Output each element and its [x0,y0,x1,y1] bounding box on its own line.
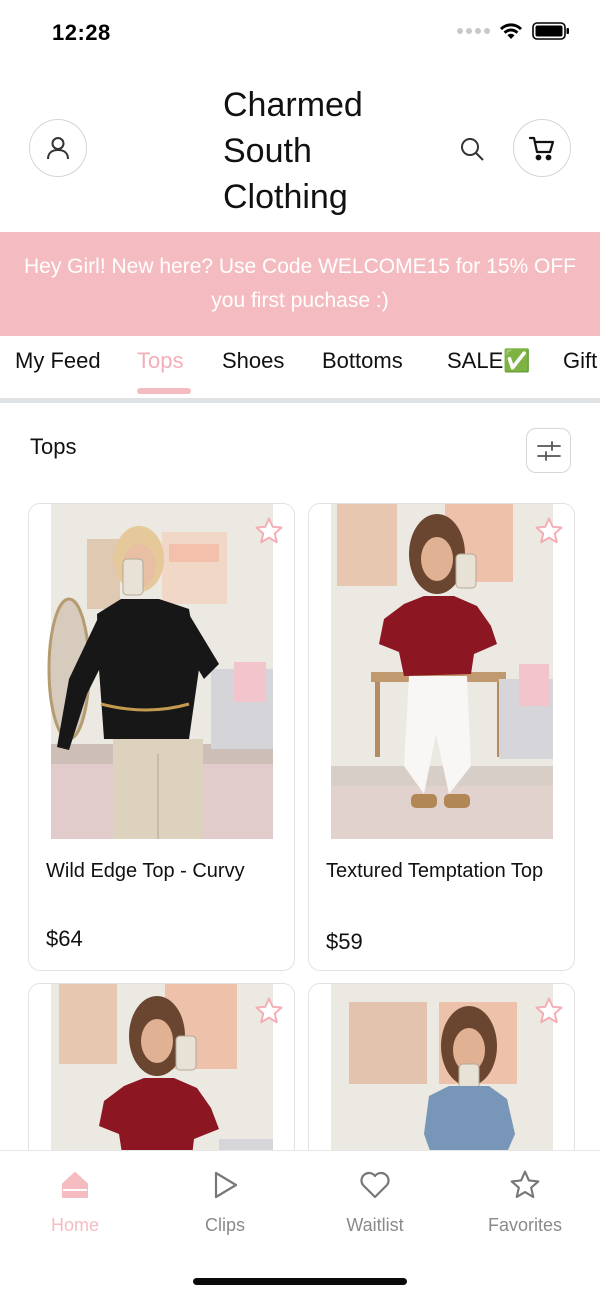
filter-button[interactable] [526,428,571,473]
star-icon [535,517,563,544]
product-image[interactable] [29,504,294,839]
favorite-button[interactable] [252,514,286,548]
home-indicator[interactable] [193,1278,407,1285]
status-bar: 12:28 [0,0,600,64]
active-tab-indicator [137,388,191,394]
cart-button[interactable] [513,119,571,177]
product-name[interactable]: Textured Temptation Top [326,856,561,887]
product-name[interactable]: Wild Edge Top - Curvy [46,856,281,887]
play-icon [165,1165,285,1205]
star-icon [255,517,283,544]
tab-my-feed[interactable]: My Feed [15,348,101,398]
promo-banner[interactable]: Hey Girl! New here? Use Code WELCOME15 f… [0,232,600,336]
search-button[interactable] [455,132,489,166]
category-tabs: My Feed Tops Shoes Bottoms SALE✅ Gift [0,336,600,398]
search-icon [461,138,484,161]
brand-title: Charmed South Clothing [223,86,363,216]
tab-shoes[interactable]: Shoes [222,348,284,398]
tab-gift[interactable]: Gift [563,348,597,398]
cart-icon [528,136,555,161]
heart-icon [315,1165,435,1205]
product-card[interactable]: Wild Edge Top - Curvy $64 [28,503,295,971]
sliders-icon [536,440,561,461]
tab-sale[interactable]: SALE✅ [447,348,531,398]
product-card[interactable]: Textured Temptation Top $59 [308,503,575,971]
nav-home[interactable]: Home [15,1165,135,1236]
battery-icon [532,22,569,40]
nav-favorites[interactable]: Favorites [465,1165,585,1236]
nav-clips-label: Clips [204,1215,245,1235]
favorite-button[interactable] [252,994,286,1028]
home-icon [15,1165,135,1205]
star-icon [465,1165,585,1205]
nav-waitlist-label: Waitlist [346,1215,404,1235]
product-image[interactable] [309,504,574,839]
favorite-button[interactable] [532,994,566,1028]
nav-home-label: Home [50,1215,99,1235]
promo-text: Hey Girl! New here? Use Code WELCOME15 f… [23,255,576,312]
wifi-icon [500,22,522,39]
tab-bottoms[interactable]: Bottoms [322,348,403,398]
nav-clips[interactable]: Clips [165,1165,285,1236]
star-icon [255,997,283,1024]
nav-favorites-label: Favorites [487,1215,563,1235]
tabs-divider [0,398,600,403]
star-icon [535,997,563,1024]
signal-icon [457,28,490,34]
bottom-nav: Home Clips Waitlist Favorites [0,1150,600,1299]
status-indicators [457,22,570,40]
section-title: Tops [30,434,77,459]
app-header: Charmed South Clothing [0,64,600,232]
favorite-button[interactable] [532,514,566,548]
user-icon [47,137,69,160]
product-price: $59 [326,929,363,954]
status-time: 12:28 [52,20,111,45]
product-price: $64 [46,926,83,951]
nav-waitlist[interactable]: Waitlist [315,1165,435,1236]
account-button[interactable] [29,119,87,177]
